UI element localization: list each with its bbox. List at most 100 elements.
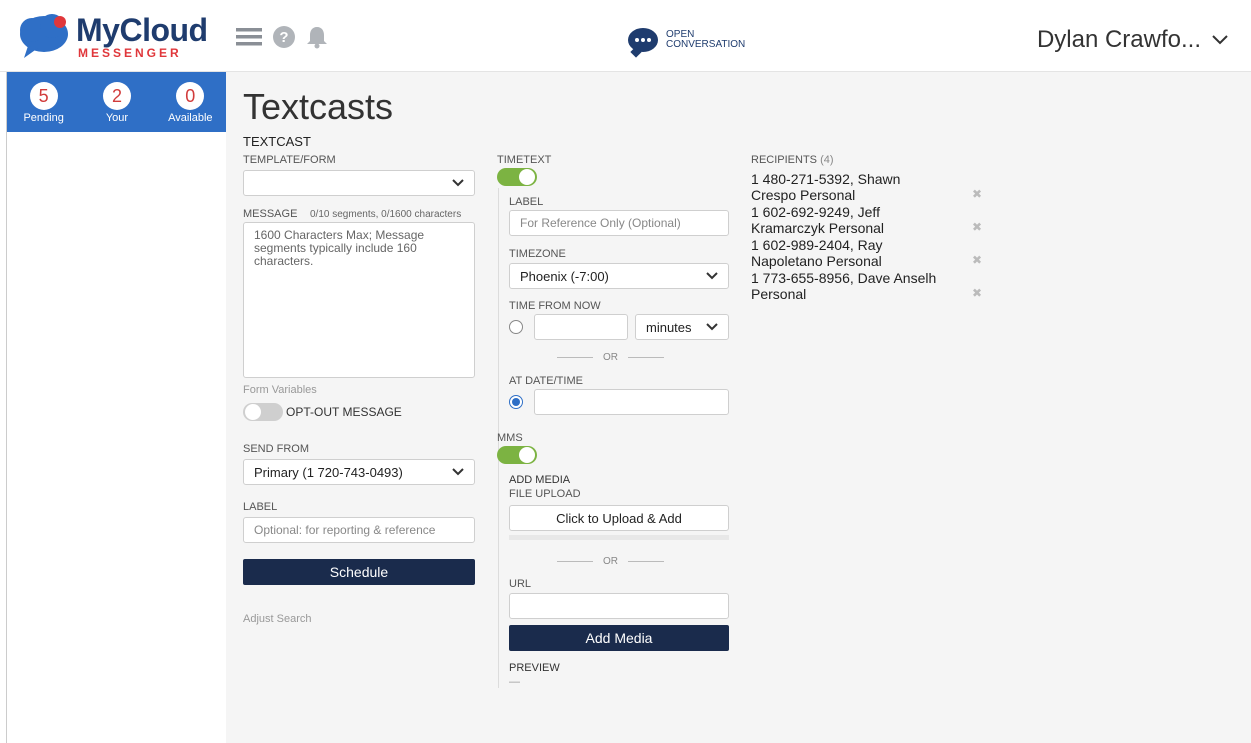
recipient-item: 1 480-271-5392, Shawn Crespo Personal xyxy=(751,171,1001,203)
optout-toggle[interactable] xyxy=(243,403,283,421)
form-variables-label: Form Variables xyxy=(243,384,317,396)
counter-available[interactable]: 0 Available xyxy=(160,72,220,132)
timetext-label-placeholder: For Reference Only (Optional) xyxy=(520,216,681,230)
time-unit-select[interactable]: minutes xyxy=(635,314,729,340)
adjust-search-link[interactable]: Adjust Search xyxy=(243,613,311,625)
label-placeholder: Optional: for reporting & reference xyxy=(254,523,436,537)
recipients-label: RECIPIENTS (4) xyxy=(751,154,834,166)
mms-toggle[interactable] xyxy=(497,446,537,464)
label-input[interactable]: Optional: for reporting & reference xyxy=(243,517,475,543)
time-from-now-label: TIME FROM NOW xyxy=(509,300,601,312)
page-title: Textcasts xyxy=(243,86,394,127)
upload-button[interactable]: Click to Upload & Add xyxy=(509,505,729,531)
url-input[interactable] xyxy=(509,593,729,619)
recipient-line1: 1 480-271-5392, Shawn xyxy=(751,171,901,187)
recipients-count: (4) xyxy=(820,154,834,166)
file-upload-label: FILE UPLOAD xyxy=(509,488,581,500)
chevron-down-icon xyxy=(1212,35,1228,45)
header-icons: ? xyxy=(236,26,328,54)
recipient-line2: Crespo Personal xyxy=(751,187,856,203)
open-conversation-line2: CONVERSATION xyxy=(666,39,746,50)
sidebar: 5 Pending 2 Your 0 Available xyxy=(6,72,227,743)
user-menu[interactable]: Dylan Crawfo... xyxy=(1037,26,1229,54)
remove-recipient-icon[interactable]: ✖ xyxy=(972,286,982,300)
logo-text: MyCloud xyxy=(76,12,208,48)
time-unit-value: minutes xyxy=(646,319,692,335)
time-from-now-radio[interactable] xyxy=(509,320,523,334)
counter-available-value: 0 xyxy=(176,82,205,110)
or-divider: OR xyxy=(557,352,664,363)
menu-icon[interactable] xyxy=(236,26,262,54)
app-header: MyCloud MESSENGER ? OPEN CONVERSATION Dy… xyxy=(0,0,1251,72)
add-media-label: ADD MEDIA xyxy=(509,474,571,486)
at-datetime-label: AT DATE/TIME xyxy=(509,375,583,387)
message-counter: 0/10 segments, 0/1600 characters xyxy=(310,209,462,220)
preview-value: — xyxy=(509,676,520,688)
timetext-label: TIMETEXT xyxy=(497,154,552,166)
svg-text:?: ? xyxy=(279,29,288,46)
template-label: TEMPLATE/FORM xyxy=(243,154,336,166)
timetext-label-input[interactable]: For Reference Only (Optional) xyxy=(509,210,729,236)
message-textarea[interactable]: 1600 Characters Max; Message segments ty… xyxy=(243,222,475,378)
template-select[interactable] xyxy=(243,170,475,196)
time-from-now-input[interactable] xyxy=(534,314,628,340)
main-content: Textcasts TEXTCAST TEMPLATE/FORM MESSAGE… xyxy=(226,72,1251,743)
remove-recipient-icon[interactable]: ✖ xyxy=(972,253,982,267)
timezone-select[interactable]: Phoenix (-7:00) xyxy=(509,263,729,289)
mycloud-logo[interactable]: MyCloud MESSENGER xyxy=(18,10,218,62)
recipient-line1: 1 773-655-8956, Dave Anselh xyxy=(751,270,937,286)
message-label: MESSAGE xyxy=(243,208,298,220)
timezone-value: Phoenix (-7:00) xyxy=(520,268,609,284)
recipient-line2: Personal xyxy=(751,286,807,302)
recipient-line2: Napoletano Personal xyxy=(751,253,882,269)
section-title: TEXTCAST xyxy=(243,134,311,149)
counter-pending-value: 5 xyxy=(29,82,58,110)
at-datetime-radio[interactable] xyxy=(509,395,523,409)
upload-progress-bar xyxy=(509,535,729,540)
chevron-down-icon xyxy=(452,179,464,187)
label-label: LABEL xyxy=(243,501,278,513)
schedule-button[interactable]: Schedule xyxy=(243,559,475,585)
remove-recipient-icon[interactable]: ✖ xyxy=(972,220,982,234)
open-conversation-label: OPEN CONVERSATION xyxy=(666,30,745,50)
counter-your[interactable]: 2 Your xyxy=(87,72,147,132)
or-text-mms: OR xyxy=(603,556,618,567)
open-conversation-link[interactable]: OPEN CONVERSATION xyxy=(628,28,745,52)
counter-pending[interactable]: 5 Pending xyxy=(14,72,74,132)
chat-bubble-icon xyxy=(628,28,658,52)
user-name: Dylan Crawfo... xyxy=(1036,26,1201,53)
mms-label: MMS xyxy=(497,432,523,444)
counter-your-label: Your xyxy=(105,112,129,124)
help-icon[interactable]: ? xyxy=(272,25,296,55)
send-from-select[interactable]: Primary (1 720-743-0493) xyxy=(243,459,475,485)
timetext-toggle[interactable] xyxy=(497,168,537,186)
at-datetime-input[interactable] xyxy=(534,389,729,415)
preview-label: PREVIEW xyxy=(509,662,560,674)
chevron-down-icon xyxy=(452,468,464,476)
recipient-line1: 1 602-989-2404, Ray xyxy=(751,237,883,253)
message-placeholder: 1600 Characters Max; Message segments ty… xyxy=(254,228,425,268)
recipients-label-text: RECIPIENTS xyxy=(751,154,818,166)
counter-available-label: Available xyxy=(168,112,213,124)
recipient-item: 1 773-655-8956, Dave Anselh Personal xyxy=(751,270,1001,302)
queue-counters: 5 Pending 2 Your 0 Available xyxy=(7,72,227,132)
cloud-bubble-icon xyxy=(20,14,68,58)
remove-recipient-icon[interactable]: ✖ xyxy=(972,187,982,201)
add-media-button[interactable]: Add Media xyxy=(509,625,729,651)
recipient-item: 1 602-692-9249, Jeff Kramarczyk Personal xyxy=(751,204,1001,236)
counter-your-value: 2 xyxy=(102,82,131,110)
bell-icon[interactable] xyxy=(306,25,328,55)
chevron-down-icon xyxy=(706,272,718,280)
counter-pending-label: Pending xyxy=(23,112,64,124)
timezone-label: TIMEZONE xyxy=(509,248,566,260)
optout-label: OPT-OUT MESSAGE xyxy=(286,405,402,419)
send-from-value: Primary (1 720-743-0493) xyxy=(254,464,403,480)
logo-subtitle: MESSENGER xyxy=(78,46,182,60)
or-divider-mms: OR xyxy=(557,556,664,567)
send-from-label: SEND FROM xyxy=(243,443,309,455)
or-text: OR xyxy=(603,352,618,363)
recipient-line2: Kramarczyk Personal xyxy=(751,220,885,236)
recipient-line1: 1 602-692-9249, Jeff xyxy=(751,204,880,220)
timetext-label-label: LABEL xyxy=(509,196,544,208)
recipient-item: 1 602-989-2404, Ray Napoletano Personal xyxy=(751,237,1001,269)
